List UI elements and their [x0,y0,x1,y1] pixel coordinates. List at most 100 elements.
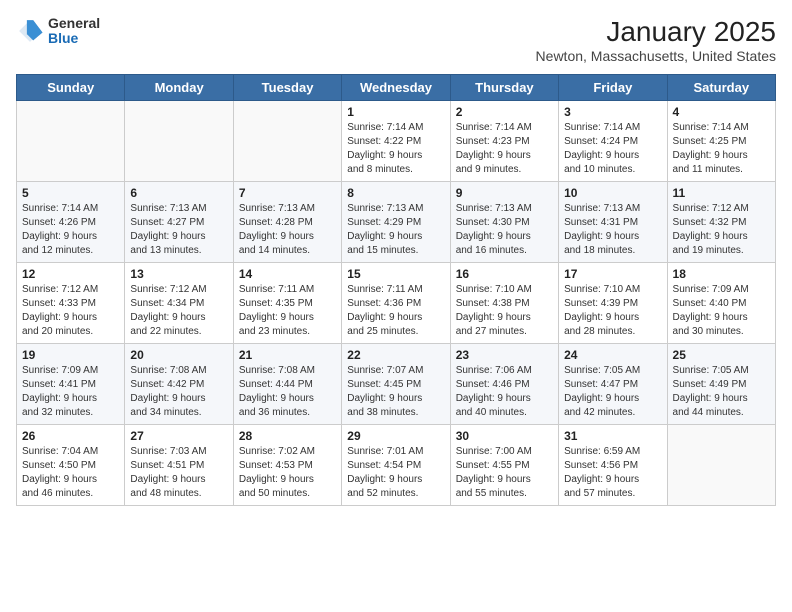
calendar-cell: 26 Sunrise: 7:04 AMSunset: 4:50 PMDayligh… [17,425,125,506]
day-info: Sunrise: 7:14 AMSunset: 4:25 PMDaylight:… [673,121,770,177]
weekday-header-row: SundayMondayTuesdayWednesdayThursdayFrid… [17,75,776,101]
weekday-header: Thursday [450,75,558,101]
calendar-cell: 16 Sunrise: 7:10 AMSunset: 4:38 PMDayligh… [450,263,558,344]
weekday-header: Friday [559,75,667,101]
day-info: Sunrise: 7:05 AMSunset: 4:47 PMDaylight:… [564,364,661,420]
day-info: Sunrise: 7:12 AMSunset: 4:32 PMDaylight:… [673,202,770,258]
weekday-header: Tuesday [233,75,341,101]
calendar-cell: 24 Sunrise: 7:05 AMSunset: 4:47 PMDayligh… [559,344,667,425]
day-info: Sunrise: 7:13 AMSunset: 4:30 PMDaylight:… [456,202,553,258]
day-info: Sunrise: 7:01 AMSunset: 4:54 PMDaylight:… [347,445,444,501]
day-info: Sunrise: 7:12 AMSunset: 4:34 PMDaylight:… [130,283,227,339]
calendar-cell: 22 Sunrise: 7:07 AMSunset: 4:45 PMDayligh… [342,344,450,425]
calendar-cell: 13 Sunrise: 7:12 AMSunset: 4:34 PMDayligh… [125,263,233,344]
weekday-header: Monday [125,75,233,101]
calendar-cell: 10Sunrise: 7:13 AMSunset: 4:31 PMDayligh… [559,182,667,263]
day-info: Sunrise: 7:07 AMSunset: 4:45 PMDaylight:… [347,364,444,420]
calendar-cell: 25Sunrise: 7:05 AMSunset: 4:49 PMDayligh… [667,344,775,425]
day-info: Sunrise: 7:08 AMSunset: 4:44 PMDaylight:… [239,364,336,420]
calendar-cell [233,101,341,182]
day-number: 11 [673,186,770,200]
day-info: Sunrise: 7:14 AMSunset: 4:26 PMDaylight:… [22,202,119,258]
calendar-cell: 19Sunrise: 7:09 AMSunset: 4:41 PMDayligh… [17,344,125,425]
day-number: 6 [130,186,227,200]
day-info: Sunrise: 6:59 AMSunset: 4:56 PMDaylight:… [564,445,661,501]
calendar-cell: 2 Sunrise: 7:14 AMSunset: 4:23 PMDaylight… [450,101,558,182]
calendar-cell: 28 Sunrise: 7:02 AMSunset: 4:53 PMDayligh… [233,425,341,506]
header: General Blue January 2025 Newton, Massac… [16,16,776,64]
logo-text: General Blue [48,16,100,47]
calendar-cell: 31 Sunrise: 6:59 AMSunset: 4:56 PMDayligh… [559,425,667,506]
day-number: 2 [456,105,553,119]
day-number: 18 [673,267,770,281]
day-number: 15 [347,267,444,281]
day-number: 3 [564,105,661,119]
logo-general: General [48,16,100,31]
calendar-cell: 14Sunrise: 7:11 AMSunset: 4:35 PMDayligh… [233,263,341,344]
calendar-cell: 3 Sunrise: 7:14 AMSunset: 4:24 PMDaylight… [559,101,667,182]
day-info: Sunrise: 7:13 AMSunset: 4:28 PMDaylight:… [239,202,336,258]
day-info: Sunrise: 7:14 AMSunset: 4:23 PMDaylight:… [456,121,553,177]
day-number: 4 [673,105,770,119]
weekday-header: Saturday [667,75,775,101]
calendar-cell: 7 Sunrise: 7:13 AMSunset: 4:28 PMDaylight… [233,182,341,263]
day-number: 1 [347,105,444,119]
title-block: January 2025 Newton, Massachusetts, Unit… [536,16,776,64]
logo: General Blue [16,16,100,47]
day-number: 13 [130,267,227,281]
day-info: Sunrise: 7:02 AMSunset: 4:53 PMDaylight:… [239,445,336,501]
day-number: 29 [347,429,444,443]
day-number: 25 [673,348,770,362]
day-info: Sunrise: 7:03 AMSunset: 4:51 PMDaylight:… [130,445,227,501]
day-number: 26 [22,429,119,443]
month-title: January 2025 [536,16,776,48]
day-number: 14 [239,267,336,281]
calendar-cell: 30Sunrise: 7:00 AMSunset: 4:55 PMDayligh… [450,425,558,506]
calendar-cell: 27 Sunrise: 7:03 AMSunset: 4:51 PMDayligh… [125,425,233,506]
calendar-cell: 11 Sunrise: 7:12 AMSunset: 4:32 PMDayligh… [667,182,775,263]
day-number: 31 [564,429,661,443]
day-info: Sunrise: 7:09 AMSunset: 4:40 PMDaylight:… [673,283,770,339]
day-info: Sunrise: 7:14 AMSunset: 4:24 PMDaylight:… [564,121,661,177]
calendar-cell: 29 Sunrise: 7:01 AMSunset: 4:54 PMDayligh… [342,425,450,506]
calendar-cell: 12Sunrise: 7:12 AMSunset: 4:33 PMDayligh… [17,263,125,344]
day-number: 10 [564,186,661,200]
day-info: Sunrise: 7:10 AMSunset: 4:38 PMDaylight:… [456,283,553,339]
calendar-cell: 9Sunrise: 7:13 AMSunset: 4:30 PMDaylight… [450,182,558,263]
logo-icon [16,17,44,45]
day-number: 8 [347,186,444,200]
calendar-cell: 15Sunrise: 7:11 AMSunset: 4:36 PMDayligh… [342,263,450,344]
calendar-week-row: 1 Sunrise: 7:14 AMSunset: 4:22 PMDaylight… [17,101,776,182]
day-number: 7 [239,186,336,200]
logo-blue: Blue [48,31,100,46]
day-number: 5 [22,186,119,200]
calendar-week-row: 12Sunrise: 7:12 AMSunset: 4:33 PMDayligh… [17,263,776,344]
day-number: 22 [347,348,444,362]
calendar-cell: 21 Sunrise: 7:08 AMSunset: 4:44 PMDayligh… [233,344,341,425]
day-number: 23 [456,348,553,362]
day-number: 12 [22,267,119,281]
day-info: Sunrise: 7:08 AMSunset: 4:42 PMDaylight:… [130,364,227,420]
day-number: 27 [130,429,227,443]
day-info: Sunrise: 7:00 AMSunset: 4:55 PMDaylight:… [456,445,553,501]
day-info: Sunrise: 7:09 AMSunset: 4:41 PMDaylight:… [22,364,119,420]
weekday-header: Wednesday [342,75,450,101]
day-info: Sunrise: 7:13 AMSunset: 4:29 PMDaylight:… [347,202,444,258]
calendar-week-row: 26 Sunrise: 7:04 AMSunset: 4:50 PMDayligh… [17,425,776,506]
day-number: 24 [564,348,661,362]
day-number: 21 [239,348,336,362]
calendar-cell: 5 Sunrise: 7:14 AMSunset: 4:26 PMDaylight… [17,182,125,263]
day-number: 28 [239,429,336,443]
location: Newton, Massachusetts, United States [536,48,776,64]
calendar-cell: 6Sunrise: 7:13 AMSunset: 4:27 PMDaylight… [125,182,233,263]
calendar-cell [17,101,125,182]
weekday-header: Sunday [17,75,125,101]
day-info: Sunrise: 7:10 AMSunset: 4:39 PMDaylight:… [564,283,661,339]
calendar-week-row: 19Sunrise: 7:09 AMSunset: 4:41 PMDayligh… [17,344,776,425]
day-info: Sunrise: 7:04 AMSunset: 4:50 PMDaylight:… [22,445,119,501]
day-info: Sunrise: 7:06 AMSunset: 4:46 PMDaylight:… [456,364,553,420]
day-info: Sunrise: 7:14 AMSunset: 4:22 PMDaylight:… [347,121,444,177]
calendar-cell: 20Sunrise: 7:08 AMSunset: 4:42 PMDayligh… [125,344,233,425]
calendar-cell [125,101,233,182]
day-number: 16 [456,267,553,281]
